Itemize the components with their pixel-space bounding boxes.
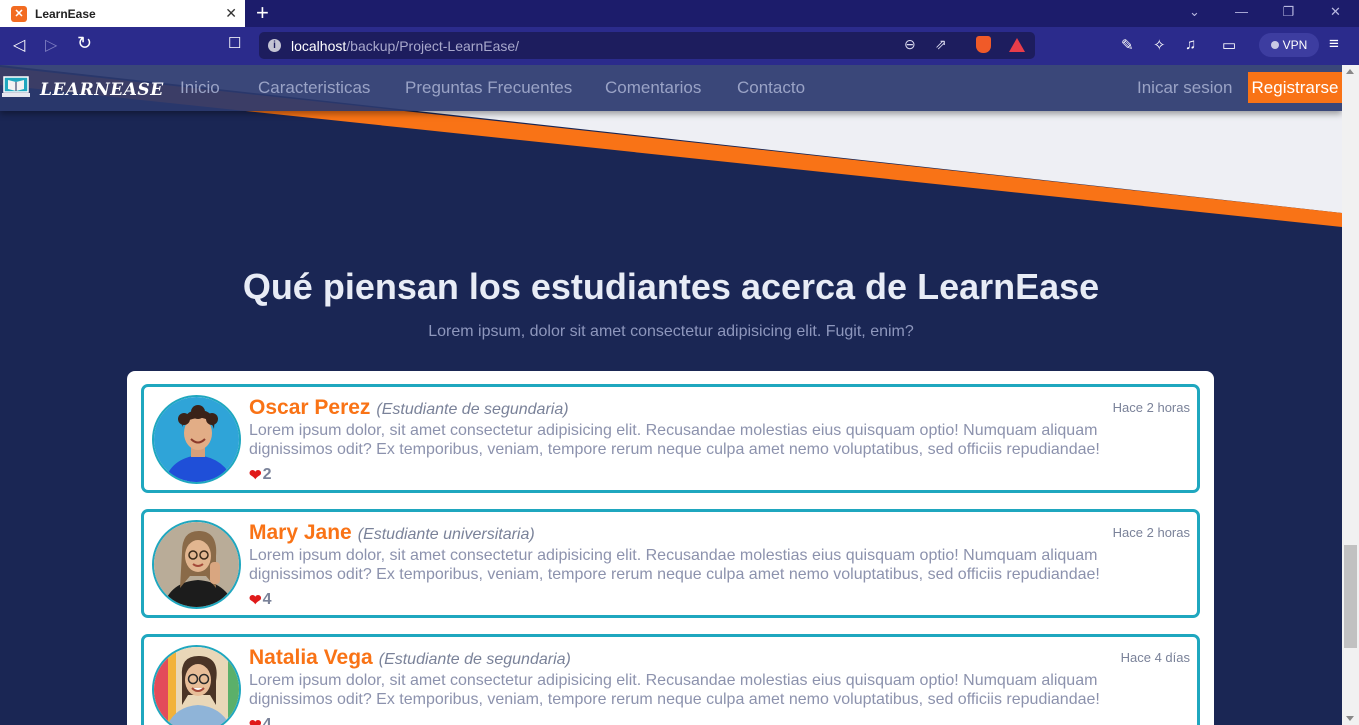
close-window-icon[interactable]: ✕ — [1312, 0, 1359, 27]
scroll-up-icon[interactable] — [1346, 69, 1354, 74]
testimonial-name: Natalia Vega (Estudiante de segundaria) — [249, 646, 571, 669]
register-button[interactable]: Registrarse — [1248, 72, 1342, 103]
bookmark-icon[interactable]: ☐ — [228, 34, 241, 52]
reload-icon[interactable]: ↻ — [77, 33, 92, 54]
book-laptop-logo-icon — [2, 76, 30, 97]
site-logo-text[interactable]: LEARNEASE — [40, 80, 164, 100]
zoom-icon[interactable]: ⊖ — [904, 36, 916, 53]
testimonial-text: Lorem ipsum dolor, sit amet consectetur … — [249, 422, 1100, 458]
section-title: Qué piensan los estudiantes acerca de Le… — [242, 266, 1100, 307]
xampp-icon: ✕ — [11, 5, 27, 22]
testimonial-card: Mary Jane (Estudiante universitaria) Hace… — [141, 509, 1200, 618]
tab-search-icon[interactable]: ⌄ — [1171, 0, 1218, 27]
testimonials-panel: Oscar Perez (Estudiante de segundaria) Ha… — [127, 371, 1214, 725]
url-text[interactable]: localhost/backup/Project-LearnEase/ — [291, 38, 519, 54]
testimonial-time: Hace 2 horas — [1112, 525, 1190, 540]
heart-icon[interactable]: ❤ — [249, 591, 262, 609]
scroll-thumb[interactable] — [1344, 545, 1357, 648]
new-tab-icon[interactable]: + — [256, 1, 269, 25]
like-counter[interactable]: ❤4 — [249, 716, 271, 725]
like-counter[interactable]: ❤ 2 — [249, 466, 271, 484]
media-icon[interactable]: ♫ — [1185, 36, 1196, 53]
login-link[interactable]: Inicar sesion — [1137, 78, 1232, 98]
share-icon[interactable]: ⇗ — [935, 36, 947, 53]
testimonial-role: (Estudiante universitaria) — [357, 526, 535, 543]
site-info-icon[interactable]: i — [268, 39, 281, 52]
heart-icon[interactable]: ❤ — [249, 716, 262, 725]
nav-link-preguntas[interactable]: Preguntas Frecuentes — [405, 78, 572, 98]
browser-tabbar: ✕ LearnEase ✕ + ⌄ — ❐ ✕ — [0, 0, 1359, 27]
extensions-icon[interactable]: ✧ — [1153, 36, 1166, 54]
testimonial-name: Oscar Perez (Estudiante de segundaria) — [249, 396, 569, 419]
site-navbar: LEARNEASE Inicio Caracteristicas Pregunt… — [0, 65, 1342, 111]
testimonial-name: Mary Jane (Estudiante universitaria) — [249, 521, 535, 544]
testimonial-role: (Estudiante de segundaria) — [378, 651, 571, 668]
testimonial-text: Lorem ipsum dolor, sit amet consectetur … — [249, 547, 1100, 583]
address-bar[interactable]: i localhost/backup/Project-LearnEase/ ⊖ … — [259, 32, 1035, 59]
close-tab-icon[interactable]: ✕ — [225, 5, 237, 22]
section-subtitle: Lorem ipsum, dolor sit amet consectetur … — [428, 323, 914, 340]
testimonial-text: Lorem ipsum dolor, sit amet consectetur … — [249, 672, 1100, 708]
avatar — [152, 645, 241, 725]
vpn-label: VPN — [1282, 38, 1308, 52]
testimonial-time: Hace 4 días — [1120, 650, 1190, 665]
testimonial-time: Hace 2 horas — [1112, 400, 1190, 415]
nav-link-caracteristicas[interactable]: Caracteristicas — [258, 78, 370, 98]
vpn-button[interactable]: VPN — [1259, 33, 1319, 57]
menu-icon[interactable]: ≡ — [1329, 34, 1339, 54]
forward-icon[interactable]: ▷ — [45, 35, 57, 55]
minimize-icon[interactable]: — — [1218, 0, 1265, 27]
window-controls: ⌄ — ❐ ✕ — [1171, 0, 1359, 27]
wallet-edit-icon[interactable]: ✎ — [1121, 36, 1134, 54]
avatar — [152, 395, 241, 484]
wallet-icon[interactable]: ▭ — [1222, 36, 1236, 54]
back-icon[interactable]: ◁ — [13, 35, 25, 55]
heart-icon[interactable]: ❤ — [249, 466, 262, 484]
page-viewport: LEARNEASE Inicio Caracteristicas Pregunt… — [0, 65, 1342, 725]
testimonial-role: (Estudiante de segundaria) — [376, 401, 569, 418]
nav-link-inicio[interactable]: Inicio — [180, 78, 220, 98]
avatar — [152, 520, 241, 609]
nav-link-contacto[interactable]: Contacto — [737, 78, 805, 98]
like-counter[interactable]: ❤4 — [249, 591, 271, 609]
vpn-status-icon — [1270, 41, 1279, 49]
testimonial-card: Natalia Vega (Estudiante de segundaria) H… — [141, 634, 1200, 725]
nav-link-comentarios[interactable]: Comentarios — [605, 78, 701, 98]
browser-tab[interactable]: ✕ LearnEase ✕ — [0, 0, 245, 27]
brave-shields-icon[interactable] — [976, 36, 991, 53]
browser-toolbar: ◁ ▷ ↻ ☐ i localhost/backup/Project-Learn… — [0, 27, 1359, 65]
tab-title: LearnEase — [35, 6, 96, 21]
restore-icon[interactable]: ❐ — [1265, 0, 1312, 27]
brave-rewards-icon[interactable] — [1009, 38, 1025, 52]
testimonial-card: Oscar Perez (Estudiante de segundaria) Ha… — [141, 384, 1200, 493]
page-scrollbar[interactable] — [1342, 65, 1359, 725]
scroll-down-icon[interactable] — [1346, 716, 1354, 721]
